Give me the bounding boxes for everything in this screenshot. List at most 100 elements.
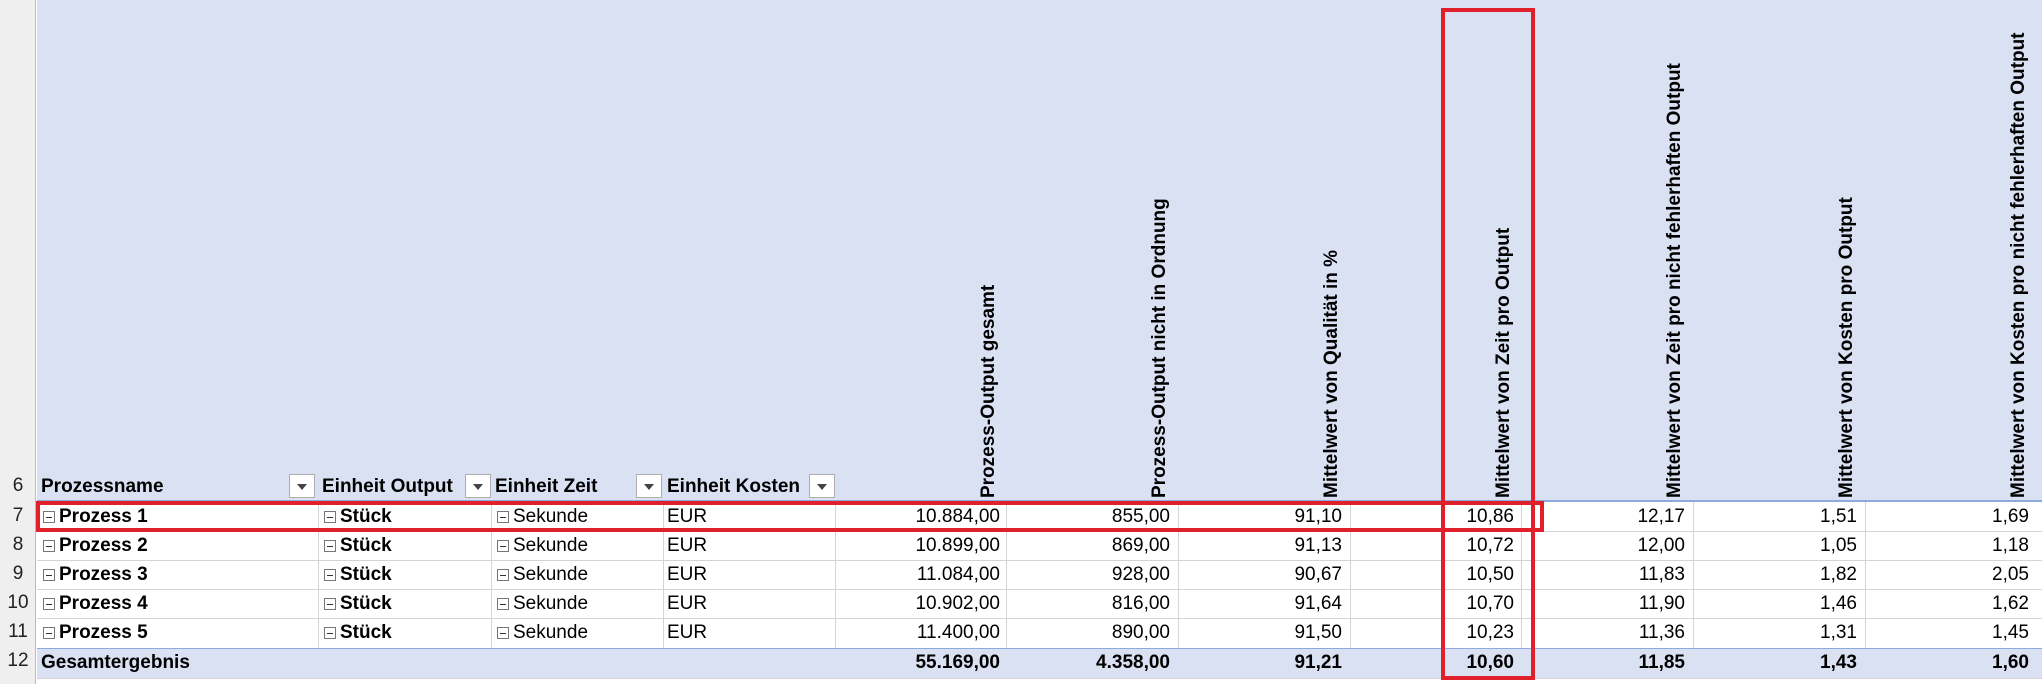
cell-einheit-output[interactable]: Stück <box>324 531 392 560</box>
collapse-icon[interactable] <box>497 569 509 581</box>
collapse-icon[interactable] <box>497 627 509 639</box>
total-zeit-nicht-fehlerhaft[interactable]: 11,85 <box>1525 648 1686 677</box>
cell-nio[interactable]: 928,00 <box>1010 560 1170 589</box>
row-number-6[interactable]: 6 <box>0 475 36 497</box>
header-prozessname[interactable]: Prozessname <box>41 476 164 498</box>
header-label: Mittelwert von Kosten pro nicht fehlerha… <box>2008 32 2029 499</box>
cell-prozessname[interactable]: Prozess 4 <box>43 589 148 618</box>
cell-text: Sekunde <box>513 622 589 643</box>
cell-einheit-zeit[interactable]: Sekunde <box>497 531 588 560</box>
header-label: Mittelwert von Zeit pro nicht fehlerhaft… <box>1664 63 1685 498</box>
filter-dropdown-icon[interactable] <box>636 474 662 498</box>
cell-zeit-nicht-fehlerhaft[interactable]: 12,00 <box>1525 531 1685 560</box>
total-nio[interactable]: 4.358,00 <box>1010 648 1170 677</box>
header-label: Mittelwert von Qualität in % <box>1321 249 1342 498</box>
collapse-icon[interactable] <box>43 569 55 581</box>
cell-einheit-zeit[interactable]: Sekunde <box>497 560 588 589</box>
collapse-icon[interactable] <box>497 540 509 552</box>
cell-kosten-nicht-fehlerhaft[interactable]: 1,18 <box>1869 531 2029 560</box>
cell-kosten-nicht-fehlerhaft[interactable]: 1,62 <box>1869 589 2029 618</box>
filter-dropdown-icon[interactable] <box>809 474 835 498</box>
cell-text: Stück <box>340 564 392 585</box>
grid-column-line <box>1693 502 1694 648</box>
cell-kosten-pro-output[interactable]: 1,82 <box>1697 560 1857 589</box>
header-einheit-output[interactable]: Einheit Output <box>322 476 453 498</box>
cell-nio[interactable]: 890,00 <box>1010 618 1170 647</box>
collapse-icon[interactable] <box>324 569 336 581</box>
cell-gesamt[interactable]: 10.899,00 <box>840 531 1000 560</box>
pivot-header-band <box>37 0 2042 500</box>
cell-gesamt[interactable]: 10.902,00 <box>840 589 1000 618</box>
cell-kosten-pro-output[interactable]: 1,51 <box>1697 502 1857 531</box>
cell-nio[interactable]: 869,00 <box>1010 531 1170 560</box>
total-kosten-pro-output[interactable]: 1,43 <box>1697 648 1857 677</box>
cell-text: Prozess 4 <box>59 593 148 614</box>
cell-qualitaet[interactable]: 91,64 <box>1182 589 1342 618</box>
row-number-8[interactable]: 8 <box>0 534 36 556</box>
cell-gesamt[interactable]: 11.400,00 <box>840 618 1000 647</box>
total-label[interactable]: Gesamtergebnis <box>41 648 190 677</box>
cell-kosten-nicht-fehlerhaft[interactable]: 2,05 <box>1869 560 2029 589</box>
filter-dropdown-icon[interactable] <box>465 474 491 498</box>
collapse-icon[interactable] <box>324 598 336 610</box>
total-gesamt[interactable]: 55.169,00 <box>840 648 1000 677</box>
total-kosten-nicht-fehlerhaft[interactable]: 1,60 <box>1869 648 2029 677</box>
cell-einheit-zeit[interactable]: Sekunde <box>497 589 588 618</box>
cell-prozessname[interactable]: Prozess 5 <box>43 618 148 647</box>
header-einheit-kosten[interactable]: Einheit Kosten <box>667 476 800 498</box>
cell-text: Prozess 5 <box>59 622 148 643</box>
cell-zeit-nicht-fehlerhaft[interactable]: 12,17 <box>1525 502 1685 531</box>
cell-prozessname[interactable]: Prozess 2 <box>43 531 148 560</box>
row-number-11[interactable]: 11 <box>0 621 36 643</box>
cell-text: Prozess 3 <box>59 564 148 585</box>
row-number-12[interactable]: 12 <box>0 650 36 672</box>
highlight-column-zeit-pro-output <box>1441 8 1535 680</box>
row-number-10[interactable]: 10 <box>0 592 36 614</box>
cell-einheit-kosten[interactable]: EUR <box>667 560 707 589</box>
collapse-icon[interactable] <box>43 540 55 552</box>
cell-einheit-zeit[interactable]: Sekunde <box>497 618 588 647</box>
row-number-7[interactable]: 7 <box>0 505 36 527</box>
collapse-icon[interactable] <box>43 627 55 639</box>
header-label: Prozess-Output gesamt <box>978 284 999 498</box>
cell-qualitaet[interactable]: 90,67 <box>1182 560 1342 589</box>
cell-einheit-output[interactable]: Stück <box>324 560 392 589</box>
cell-einheit-kosten[interactable]: EUR <box>667 618 707 647</box>
cell-gesamt[interactable]: 11.084,00 <box>840 560 1000 589</box>
header-label: Prozess-Output nicht in Ordnung <box>1149 198 1170 498</box>
cell-kosten-nicht-fehlerhaft[interactable]: 1,45 <box>1869 618 2029 647</box>
header-label: Mittelwert von Kosten pro Output <box>1836 197 1857 498</box>
cell-text: Stück <box>340 593 392 614</box>
cell-prozessname[interactable]: Prozess 3 <box>43 560 148 589</box>
cell-nio[interactable]: 816,00 <box>1010 589 1170 618</box>
header-einheit-zeit[interactable]: Einheit Zeit <box>495 476 597 498</box>
cell-einheit-output[interactable]: Stück <box>324 589 392 618</box>
total-qualitaet[interactable]: 91,21 <box>1182 648 1342 677</box>
collapse-icon[interactable] <box>43 598 55 610</box>
grid-line <box>37 678 2042 679</box>
cell-kosten-pro-output[interactable]: 1,46 <box>1697 589 1857 618</box>
cell-text: Sekunde <box>513 593 589 614</box>
cell-zeit-nicht-fehlerhaft[interactable]: 11,90 <box>1525 589 1685 618</box>
cell-qualitaet[interactable]: 91,50 <box>1182 618 1342 647</box>
cell-einheit-kosten[interactable]: EUR <box>667 589 707 618</box>
collapse-icon[interactable] <box>324 540 336 552</box>
cell-kosten-pro-output[interactable]: 1,05 <box>1697 531 1857 560</box>
cell-zeit-nicht-fehlerhaft[interactable]: 11,36 <box>1525 618 1685 647</box>
grid-column-line <box>1865 502 1866 648</box>
cell-kosten-nicht-fehlerhaft[interactable]: 1,69 <box>1869 502 2029 531</box>
cell-text: Stück <box>340 622 392 643</box>
highlight-row-prozess-1 <box>36 501 1544 532</box>
cell-einheit-output[interactable]: Stück <box>324 618 392 647</box>
cell-text: Sekunde <box>513 535 589 556</box>
cell-qualitaet[interactable]: 91,13 <box>1182 531 1342 560</box>
cell-text: Prozess 2 <box>59 535 148 556</box>
cell-zeit-nicht-fehlerhaft[interactable]: 11,83 <box>1525 560 1685 589</box>
cell-text: Sekunde <box>513 564 589 585</box>
collapse-icon[interactable] <box>497 598 509 610</box>
row-number-9[interactable]: 9 <box>0 563 36 585</box>
filter-dropdown-icon[interactable] <box>289 474 315 498</box>
cell-kosten-pro-output[interactable]: 1,31 <box>1697 618 1857 647</box>
cell-einheit-kosten[interactable]: EUR <box>667 531 707 560</box>
collapse-icon[interactable] <box>324 627 336 639</box>
